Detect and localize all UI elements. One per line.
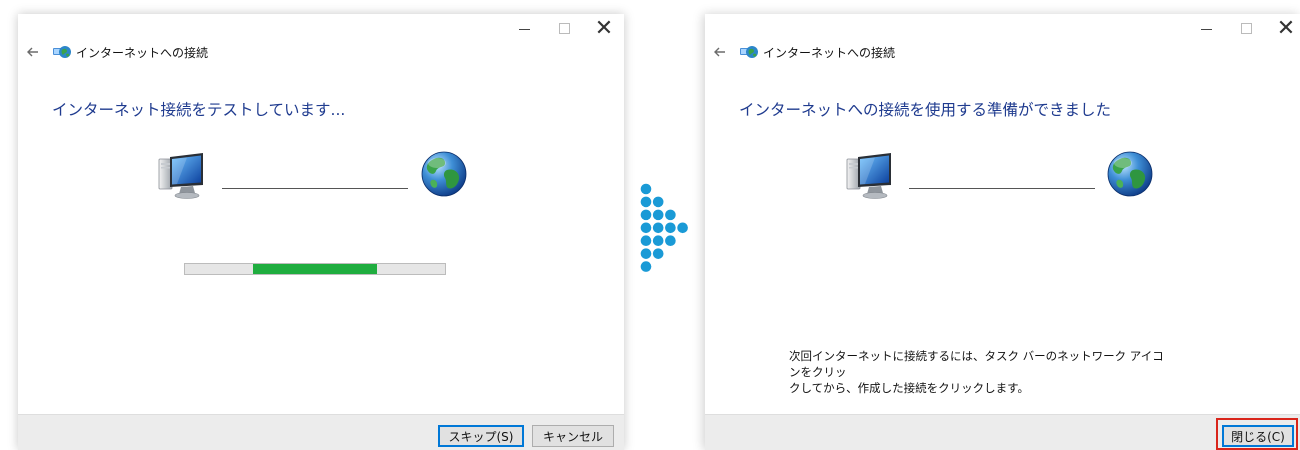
back-button[interactable] [713, 45, 727, 59]
maximize-button[interactable] [1226, 14, 1266, 42]
skip-button[interactable]: スキップ(S) [438, 425, 524, 447]
minimize-icon [1200, 28, 1212, 30]
arrow-dot [640, 261, 652, 272]
instruction-line: クしてから、作成した接続をクリックします。 [789, 381, 1030, 395]
cancel-button[interactable]: キャンセル [532, 425, 614, 447]
computer-icon [157, 151, 209, 203]
connect-dialog-ready: ✕ インターネットへの接続 インターネットへの接続を使用する準備ができました 次… [705, 14, 1300, 450]
progress-fill [252, 264, 378, 274]
network-connection-icon [739, 44, 759, 60]
dialog-footer: 閉じる(C) [705, 414, 1300, 450]
arrow-dot [652, 196, 664, 208]
dialog-titlebar: インターネットへの接続 [705, 42, 895, 62]
arrow-dot [665, 222, 676, 234]
back-arrow-icon [26, 45, 40, 59]
connection-line [909, 188, 1095, 189]
minimize-icon [518, 28, 530, 30]
page-heading: インターネットへの接続を使用する準備ができました [739, 101, 1112, 119]
arrow-dot [652, 235, 664, 247]
connect-dialog-testing: ✕ インターネットへの接続 インターネット接続をテストしています... スキップ… [18, 14, 624, 450]
back-arrow-icon [713, 45, 727, 59]
dialog-title: インターネットへの接続 [763, 45, 896, 60]
arrow-dot [640, 209, 652, 221]
network-connection-icon [52, 44, 72, 60]
minimize-button[interactable] [504, 14, 544, 42]
arrow-dot [640, 183, 652, 195]
connection-line [222, 188, 408, 189]
back-button[interactable] [26, 45, 40, 59]
computer-icon [845, 151, 897, 203]
close-window-button[interactable]: ✕ [1266, 14, 1300, 42]
globe-icon [420, 150, 468, 198]
arrow-dot [652, 222, 664, 234]
arrow-dot [652, 209, 664, 221]
maximize-button[interactable] [544, 14, 584, 42]
connection-progress-bar [184, 263, 446, 275]
page-heading: インターネット接続をテストしています... [52, 101, 346, 119]
close-window-button[interactable]: ✕ [584, 14, 624, 42]
minimize-button[interactable] [1186, 14, 1226, 42]
dialog-title: インターネットへの接続 [76, 45, 209, 60]
arrow-dot [640, 222, 652, 234]
arrow-dot [665, 209, 676, 221]
close-button-highlight [1216, 418, 1298, 450]
arrow-dot [640, 235, 652, 247]
dialog-titlebar: インターネットへの接続 [18, 42, 208, 62]
arrow-dot [665, 235, 676, 247]
window-controls: ✕ [1186, 14, 1300, 42]
arrow-dot [652, 248, 664, 259]
dialog-footer: スキップ(S) キャンセル [18, 414, 624, 450]
close-icon: ✕ [594, 15, 614, 41]
arrow-dot [640, 248, 652, 259]
arrow-dot [640, 196, 652, 208]
maximize-icon [558, 22, 570, 34]
dotted-right-arrow-icon [640, 183, 688, 272]
close-icon: ✕ [1276, 15, 1296, 41]
window-controls: ✕ [504, 14, 624, 42]
globe-icon [1106, 150, 1154, 198]
next-time-instructions: 次回インターネットに接続するには、タスク バーのネットワーク アイコンをクリッ … [789, 348, 1169, 396]
arrow-dot [677, 222, 688, 234]
maximize-icon [1240, 22, 1252, 34]
instruction-line: 次回インターネットに接続するには、タスク バーのネットワーク アイコンをクリッ [789, 349, 1164, 379]
